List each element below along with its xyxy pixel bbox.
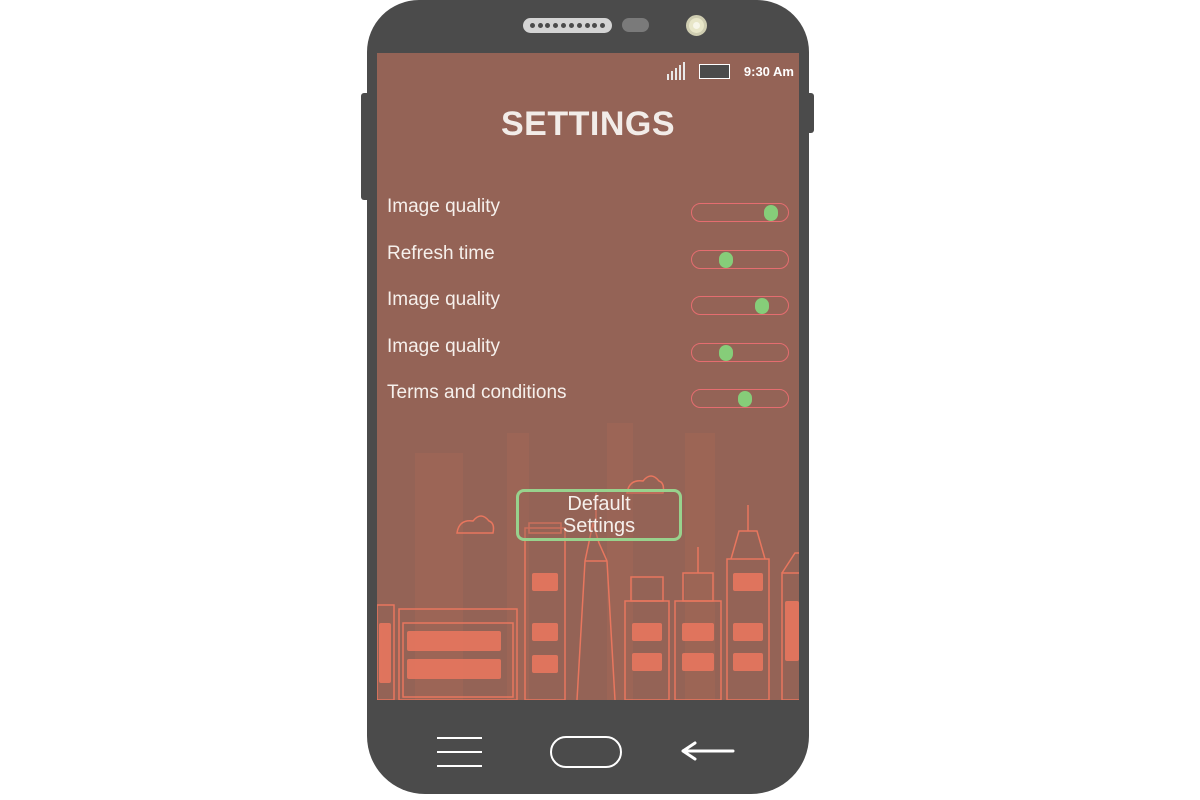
speaker-grille (523, 18, 612, 33)
setting-row: Refresh time (387, 243, 789, 273)
slider-thumb[interactable] (763, 205, 778, 221)
setting-slider[interactable] (691, 343, 789, 362)
battery-icon (698, 63, 730, 79)
setting-row: Terms and conditions (387, 382, 789, 412)
status-bar: 9:30 Am (666, 61, 794, 81)
proximity-sensor (622, 18, 649, 32)
city-skyline-illustration (377, 423, 799, 700)
slider-thumb[interactable] (737, 391, 752, 407)
front-camera-icon (686, 15, 707, 36)
setting-label: Image quality (387, 196, 501, 217)
signal-bars-icon (666, 62, 685, 80)
setting-row: Image quality (387, 289, 789, 319)
setting-slider[interactable] (691, 203, 789, 222)
setting-row: Image quality (387, 336, 789, 366)
phone-screen: 9:30 Am SETTINGS Image quality Refresh ti… (377, 53, 799, 700)
setting-slider[interactable] (691, 389, 789, 408)
menu-icon[interactable] (437, 736, 482, 769)
setting-slider[interactable] (691, 250, 789, 269)
setting-label: Image quality (387, 289, 501, 310)
setting-label: Refresh time (387, 243, 495, 264)
default-settings-button[interactable]: Default Settings (516, 489, 682, 541)
setting-label: Image quality (387, 336, 501, 357)
slider-thumb[interactable] (718, 345, 733, 361)
setting-label: Terms and conditions (387, 382, 567, 403)
status-time: 9:30 Am (743, 63, 794, 79)
setting-slider[interactable] (691, 296, 789, 315)
back-arrow-icon[interactable] (679, 736, 735, 766)
home-button-icon[interactable] (550, 736, 622, 768)
slider-thumb[interactable] (718, 252, 733, 268)
slider-thumb[interactable] (755, 298, 770, 314)
page-title: SETTINGS (500, 105, 676, 143)
setting-row: Image quality (387, 196, 789, 226)
